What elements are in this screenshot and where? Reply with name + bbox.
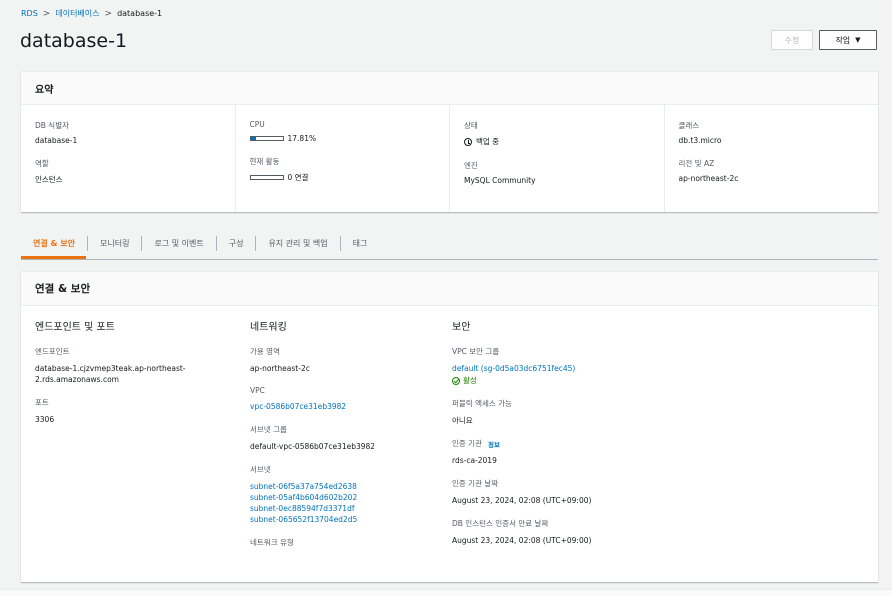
subnet-group-value: default-vpc-0586b07ce31eb3982 bbox=[250, 442, 376, 451]
caret-down-icon: ▼ bbox=[855, 36, 861, 44]
subnet-link[interactable]: subnet-05af4b604d602b202 bbox=[250, 492, 424, 503]
security-group-status: 활성 bbox=[463, 376, 477, 385]
endpoint-value-line2: 2.rds.amazonaws.com bbox=[35, 375, 119, 384]
vpc-label: VPC bbox=[250, 386, 265, 395]
public-access-label: 퍼블릭 액세스 가능 bbox=[452, 399, 512, 408]
active-tab-indicator bbox=[21, 256, 86, 259]
summary-panel: 요약 DB 식별자 database-1 역할 인스턴스 CPU 17.81% … bbox=[21, 71, 878, 212]
availability-zone-value: ap-northeast-2c bbox=[250, 364, 310, 373]
subnets-label: 서브넷 bbox=[250, 465, 271, 474]
tab-logs-events[interactable]: 로그 및 이벤트 bbox=[142, 235, 217, 251]
public-access-value: 아니요 bbox=[452, 416, 473, 425]
breadcrumb-rds-link[interactable]: RDS bbox=[21, 9, 38, 18]
subnet-link[interactable]: subnet-0ec88594f7d3371df bbox=[250, 503, 424, 514]
tab-tags[interactable]: 태그 bbox=[341, 236, 380, 251]
cpu-value: 17.81% bbox=[287, 134, 317, 143]
check-circle-icon bbox=[452, 376, 460, 385]
endpoint-value: database-1.cjzvmep3teak.ap-northeast- 2.… bbox=[35, 363, 222, 385]
region-az-label: 리전 및 AZ bbox=[678, 159, 715, 168]
security-group-link[interactable]: default (sg-0d5a03dc6751fec45) bbox=[452, 363, 864, 374]
breadcrumb-databases-link[interactable]: 데이터베이스 bbox=[55, 8, 99, 19]
endpoint-column: 엔드포인트 및 포트 엔드포인트 database-1.cjzvmep3teak… bbox=[21, 306, 236, 582]
actions-button-label: 작업 bbox=[835, 35, 851, 45]
breadcrumb-separator: > bbox=[42, 8, 51, 19]
tab-connectivity-security[interactable]: 연결 & 보안 bbox=[21, 235, 88, 251]
tab-maintenance-backups[interactable]: 유지 관리 및 백업 bbox=[256, 235, 341, 251]
breadcrumb-current: database-1 bbox=[117, 9, 163, 18]
activity-label: 현재 활동 bbox=[249, 157, 280, 166]
summary-col-metrics: CPU 17.81% 현재 활동 0 연결 bbox=[236, 105, 450, 212]
security-group-label: VPC 보안 그룹 bbox=[452, 347, 500, 356]
availability-zone-label: 가용 영역 bbox=[250, 347, 280, 356]
subnet-group-label: 서브넷 그룹 bbox=[250, 425, 287, 434]
engine-value: MySQL Community bbox=[464, 176, 536, 185]
networking-column: 네트워킹 가용 영역 ap-northeast-2c VPC vpc-0586b… bbox=[236, 306, 438, 582]
tab-configuration[interactable]: 구성 bbox=[217, 235, 257, 251]
role-value: 인스턴스 bbox=[35, 175, 63, 184]
breadcrumb-separator: > bbox=[104, 8, 113, 19]
network-type-label: 네트워크 유형 bbox=[250, 538, 294, 547]
endpoint-value-line1: database-1.cjzvmep3teak.ap-northeast- bbox=[35, 364, 186, 373]
connectivity-header: 연결 & 보안 bbox=[21, 272, 878, 306]
vpc-link[interactable]: vpc-0586b07ce31eb3982 bbox=[250, 401, 424, 412]
cpu-usage-fill bbox=[250, 137, 257, 140]
status-label: 상태 bbox=[464, 121, 478, 130]
role-label: 역할 bbox=[35, 159, 49, 168]
edit-button-label: 수정 bbox=[784, 35, 800, 45]
actions-button[interactable]: 작업 ▼ bbox=[819, 30, 877, 50]
region-az-value: ap-northeast-2c bbox=[678, 174, 739, 183]
subnet-link[interactable]: subnet-065652f13704ed2d5 bbox=[250, 514, 424, 525]
endpoint-column-title: 엔드포인트 및 포트 bbox=[35, 322, 115, 333]
ca-date-label: 인증 기관 날짜 bbox=[452, 479, 499, 488]
page-title: database-1 bbox=[20, 30, 128, 52]
summary-header: 요약 bbox=[21, 72, 878, 105]
cert-expiry-value: August 23, 2024, 02:08 (UTC+09:00) bbox=[452, 536, 592, 545]
cert-expiry-label: DB 인스턴스 인증서 만료 날짜 bbox=[452, 519, 549, 528]
edit-button[interactable]: 수정 bbox=[771, 30, 813, 50]
db-identifier-value: database-1 bbox=[35, 136, 78, 145]
port-label: 포트 bbox=[35, 398, 49, 407]
status-value: 백업 중 bbox=[476, 137, 500, 146]
class-label: 클래스 bbox=[678, 121, 700, 130]
port-value: 3306 bbox=[35, 415, 55, 424]
tab-bar: 연결 & 보안 모니터링 로그 및 이벤트 구성 유지 관리 및 백업 태그 bbox=[21, 227, 878, 260]
summary-col-class: 클래스 db.t3.micro 리전 및 AZ ap-northeast-2c bbox=[665, 105, 879, 212]
ca-date-value: August 23, 2024, 02:08 (UTC+09:00) bbox=[452, 496, 592, 505]
subnet-link[interactable]: subnet-06f5a37a754ed2638 bbox=[250, 481, 424, 492]
cpu-usage-bar bbox=[249, 136, 284, 141]
summary-col-identity: DB 식별자 database-1 역할 인스턴스 bbox=[21, 105, 236, 212]
class-value: db.t3.micro bbox=[678, 136, 722, 145]
activity-bar bbox=[249, 175, 284, 180]
networking-column-title: 네트워킹 bbox=[250, 322, 287, 333]
endpoint-label: 엔드포인트 bbox=[35, 347, 70, 356]
certificate-authority-value: rds-ca-2019 bbox=[452, 456, 497, 465]
breadcrumb: RDS > 데이터베이스 > database-1 bbox=[21, 8, 162, 19]
engine-label: 엔진 bbox=[464, 161, 478, 170]
summary-col-status: 상태 백업 중 엔진 MySQL Community bbox=[450, 105, 665, 212]
security-column-title: 보안 bbox=[452, 322, 471, 333]
info-link[interactable]: 정보 bbox=[488, 439, 500, 449]
cpu-label: CPU bbox=[249, 120, 265, 129]
security-column: 보안 VPC 보안 그룹 default (sg-0d5a03dc6751fec… bbox=[438, 306, 878, 582]
activity-value: 0 연결 bbox=[287, 173, 309, 182]
db-identifier-label: DB 식별자 bbox=[35, 121, 70, 130]
certificate-authority-label: 인증 기관 bbox=[452, 439, 482, 448]
tab-monitoring[interactable]: 모니터링 bbox=[88, 235, 143, 251]
connectivity-panel: 연결 & 보안 엔드포인트 및 포트 엔드포인트 database-1.cjzv… bbox=[21, 271, 878, 582]
clock-icon bbox=[464, 137, 472, 146]
